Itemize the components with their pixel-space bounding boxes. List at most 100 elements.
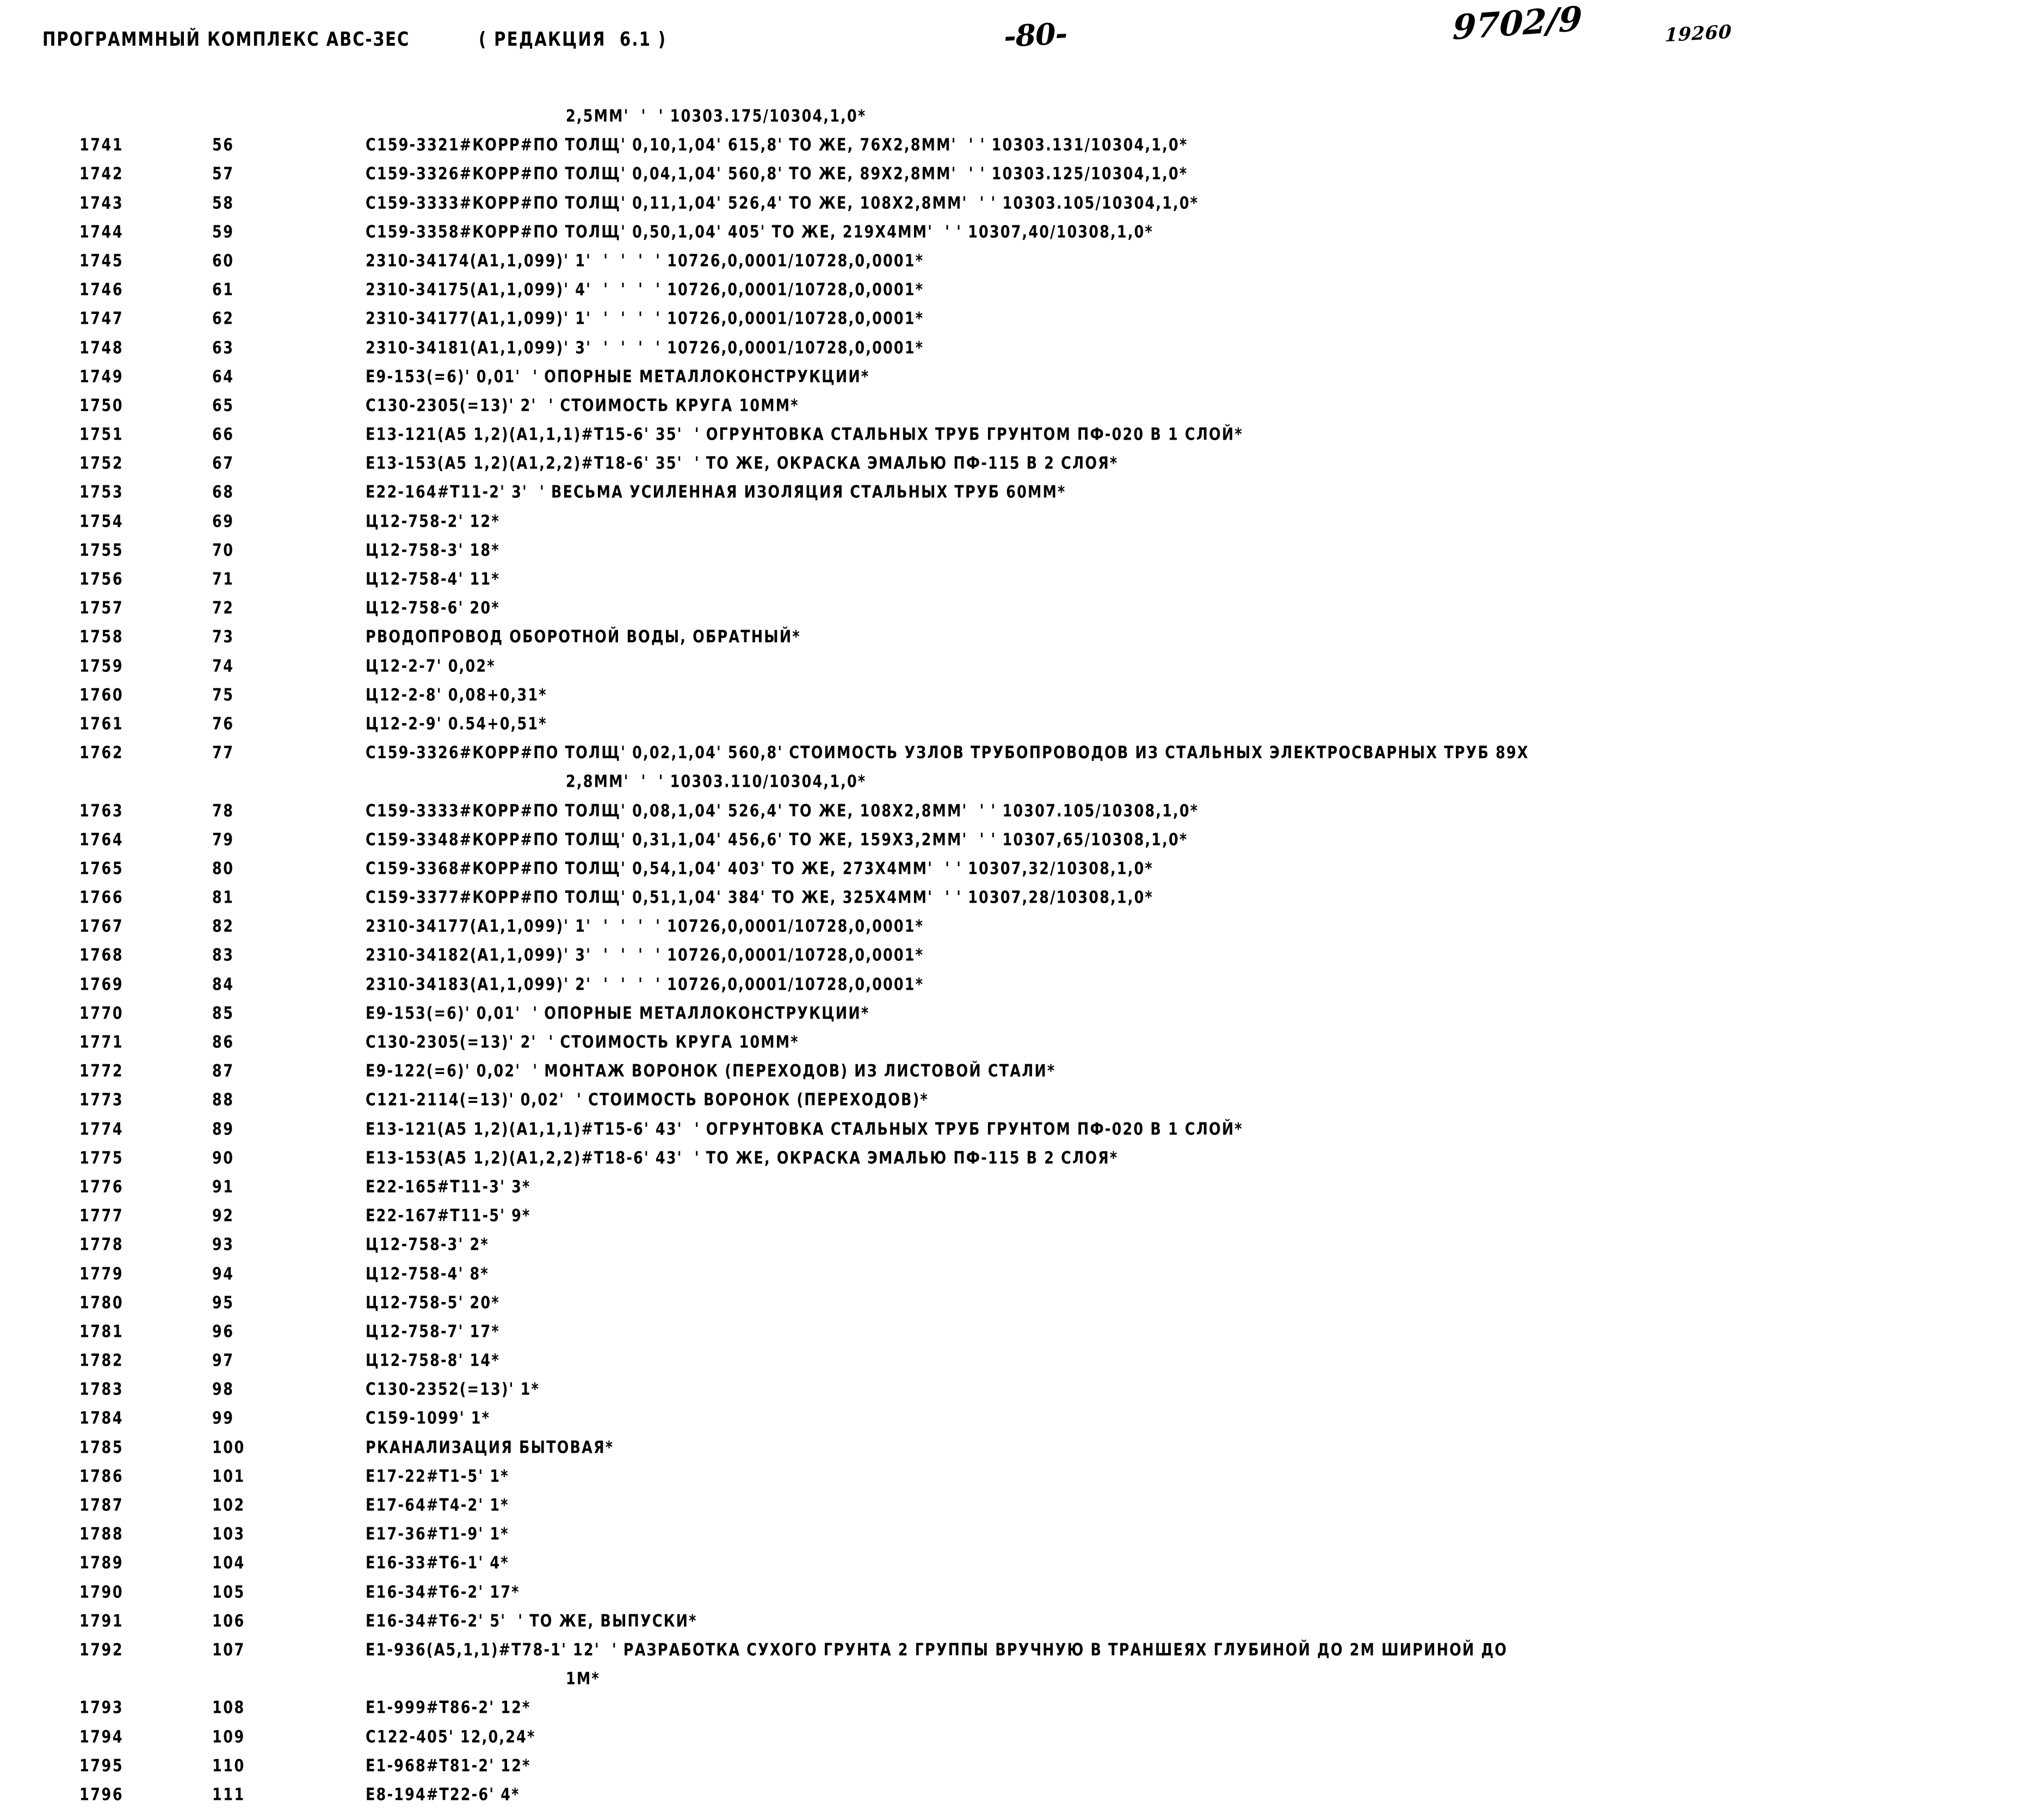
- listing-item-number: 92: [212, 1206, 234, 1226]
- listing-row: 1761 76 Ц12-2-9' 0.54+0,51*: [0, 714, 2044, 743]
- listing-item-number: 62: [212, 309, 234, 329]
- listing-item-number: 69: [212, 511, 234, 532]
- listing-sequence-number: 1777: [79, 1206, 124, 1226]
- listing-item-number: 97: [212, 1351, 234, 1371]
- listing-record-text: С159-3333#КОРР#ПО ТОЛЩ' 0,11,1,04' 526,4…: [366, 193, 1199, 213]
- listing-item-number: 58: [212, 193, 234, 213]
- listing-sequence-number: 1773: [79, 1090, 124, 1110]
- listing-record-text: Е9-153(=6)' 0,01' ' ОПОРНЫЕ МЕТАЛЛОКОНСТ…: [366, 1003, 870, 1023]
- listing-record-text: С122-405' 12,0,24*: [366, 1727, 536, 1747]
- listing-record-text: Е17-36#Т1-9' 1*: [366, 1525, 509, 1545]
- listing-sequence-number: 1762: [79, 743, 124, 763]
- listing-sequence-number: 1767: [79, 917, 124, 937]
- listing-record-text: Е13-153(А5 1,2)(А1,2,2)#Т18-6' 43' ' ТО …: [366, 1148, 1119, 1168]
- listing-record-text: Е16-34#Т6-2' 17*: [366, 1582, 520, 1602]
- listing-sequence-number: 1780: [79, 1293, 124, 1313]
- listing-item-number: 102: [212, 1496, 245, 1515]
- listing-row: 1762 77 С159-3326#КОРР#ПО ТОЛЩ' 0,02,1,04'…: [0, 743, 2044, 772]
- listing-record-text: С130-2305(=13)' 2' ' СТОИМОСТЬ КРУГА 10М…: [366, 396, 799, 416]
- listing-item-number: 84: [212, 974, 234, 995]
- listing-sequence-number: 1772: [79, 1062, 124, 1082]
- listing-record-text: С130-2352(=13)' 1*: [366, 1380, 540, 1400]
- listing-record-text: Е1-968#Т81-2' 12*: [366, 1756, 531, 1776]
- listing-sequence-number: 1763: [79, 801, 124, 821]
- listing-item-number: 81: [212, 888, 234, 908]
- program-revision: ( РЕДАКЦИЯ 6.1 ): [479, 28, 667, 51]
- listing-sequence-number: 1748: [79, 338, 124, 358]
- listing-record-text: Ц12-2-7' 0,02*: [366, 656, 496, 676]
- listing-record-text: С159-3321#КОРР#ПО ТОЛЩ' 0,10,1,04' 615,8…: [366, 135, 1188, 156]
- listing-row: 1780 95 Ц12-758-5' 20*: [0, 1293, 2044, 1322]
- listing-record-text: Е22-167#Т11-5' 9*: [366, 1206, 531, 1226]
- listing-sequence-number: 1779: [79, 1264, 124, 1284]
- listing-record-text: 2310-34175(А1,1,099)' 4' ' ' ' ' 10726,0…: [366, 280, 924, 300]
- listing-row: 1748 63 2310-34181(А1,1,099)' 3' ' ' ' ' 1…: [0, 338, 2044, 367]
- listing-sequence-number: 1751: [79, 425, 124, 445]
- listing-item-number: 72: [212, 599, 234, 619]
- listing-sequence-number: 1794: [79, 1727, 124, 1747]
- listing-record-text: С159-3377#КОРР#ПО ТОЛЩ' 0,51,1,04' 384' …: [366, 888, 1153, 908]
- listing-sequence-number: 1753: [79, 483, 124, 503]
- listing-record-text: Ц12-758-6' 20*: [366, 599, 500, 619]
- listing-row: 1789 104 Е16-33#Т6-1' 4*: [0, 1553, 2044, 1582]
- listing-sequence-number: 1792: [79, 1640, 124, 1660]
- listing-row: 1756 71 Ц12-758-4' 11*: [0, 570, 2044, 599]
- listing-record-text: 2,8ММ' ' ' 10303.110/10304,1,0*: [566, 772, 867, 792]
- listing-item-number: 78: [212, 801, 234, 821]
- listing-record-text: 2310-34182(А1,1,099)' 3' ' ' ' ' 10726,0…: [366, 946, 924, 966]
- listing-sequence-number: 1755: [79, 540, 124, 560]
- listing-record-text: 1М*: [566, 1669, 600, 1689]
- listing-row: 1792 107 Е1-936(А5,1,1)#Т78-1' 12' ' РАЗРА…: [0, 1640, 2044, 1669]
- listing-record-text: Е17-64#Т4-2' 1*: [366, 1496, 509, 1515]
- listing-sequence-number: 1750: [79, 396, 124, 416]
- listing-record-text: Е9-153(=6)' 0,01' ' ОПОРНЫЕ МЕТАЛЛОКОНСТ…: [366, 367, 870, 387]
- listing-row: 1М*: [0, 1669, 2044, 1698]
- listing-row: 1751 66 Е13-121(А5 1,2)(А1,1,1)#Т15-6' 35'…: [0, 425, 2044, 454]
- listing-row: 1771 86 С130-2305(=13)' 2' ' СТОИМОСТЬ КРУ…: [0, 1033, 2044, 1062]
- listing-item-number: 86: [212, 1033, 234, 1052]
- listing-item-number: 70: [212, 540, 234, 560]
- listing-row: 1768 83 2310-34182(А1,1,099)' 3' ' ' ' ' 1…: [0, 946, 2044, 974]
- listing-sequence-number: 1757: [79, 599, 124, 619]
- listing-item-number: 110: [212, 1756, 245, 1776]
- listing-record-text: Е16-33#Т6-1' 4*: [366, 1553, 509, 1574]
- listing-sequence-number: 1768: [79, 946, 124, 966]
- listing-sequence-number: 1796: [79, 1785, 124, 1805]
- listing-item-number: 83: [212, 946, 234, 966]
- listing-row: 1782 97 Ц12-758-8' 14*: [0, 1351, 2044, 1380]
- listing-row: 1788 103 Е17-36#Т1-9' 1*: [0, 1525, 2044, 1553]
- listing-item-number: 105: [212, 1582, 245, 1602]
- listing-record-text: Е22-164#Т11-2' 3' ' ВЕСЬМА УСИЛЕННАЯ ИЗО…: [366, 483, 1066, 503]
- listing-record-text: Ц12-758-5' 20*: [366, 1293, 500, 1313]
- listing-record-text: С159-3358#КОРР#ПО ТОЛЩ' 0,50,1,04' 405' …: [366, 222, 1153, 242]
- listing-row: 1759 74 Ц12-2-7' 0,02*: [0, 657, 2044, 686]
- listing-record-text: Е22-165#Т11-3' 3*: [366, 1177, 531, 1197]
- listing-record-text: Е1-936(А5,1,1)#Т78-1' 12' ' РАЗРАБОТКА С…: [366, 1640, 1508, 1660]
- listing-row: 2,5ММ' ' ' 10303.175/10304,1,0*: [0, 107, 2044, 135]
- listing-row: 1766 81 С159-3377#КОРР#ПО ТОЛЩ' 0,51,1,04'…: [0, 888, 2044, 917]
- listing-item-number: 93: [212, 1235, 234, 1255]
- listing-sequence-number: 1795: [79, 1756, 124, 1776]
- listing-row: 1778 93 Ц12-758-3' 2*: [0, 1235, 2044, 1264]
- listing-row: 1764 79 С159-3348#КОРР#ПО ТОЛЩ' 0,31,1,04'…: [0, 830, 2044, 859]
- listing-record-text: С159-3326#КОРР#ПО ТОЛЩ' 0,04,1,04' 560,8…: [366, 164, 1188, 184]
- listing-row: 1776 91 Е22-165#Т11-3' 3*: [0, 1177, 2044, 1206]
- listing-item-number: 99: [212, 1409, 234, 1429]
- listing-item-number: 61: [212, 280, 234, 300]
- listing-sequence-number: 1752: [79, 454, 124, 474]
- listing-sequence-number: 1778: [79, 1235, 124, 1255]
- listing-sequence-number: 1781: [79, 1322, 124, 1342]
- listing-item-number: 64: [212, 367, 234, 387]
- listing-sequence-number: 1783: [79, 1380, 124, 1400]
- listing-row: 1783 98 С130-2352(=13)' 1*: [0, 1380, 2044, 1409]
- listing-record-text: Е13-121(А5 1,2)(А1,1,1)#Т15-6' 35' ' ОГР…: [366, 425, 1243, 445]
- listing-row: 1741 56 С159-3321#КОРР#ПО ТОЛЩ' 0,10,1,04'…: [0, 135, 2044, 164]
- listing-sequence-number: 1744: [79, 222, 124, 242]
- listing-row: 1790 105 Е16-34#Т6-2' 17*: [0, 1583, 2044, 1612]
- listing-row: 1784 99 С159-1099' 1*: [0, 1409, 2044, 1437]
- listing-record-text: Ц12-2-9' 0.54+0,51*: [366, 714, 547, 734]
- listing-record-text: РВОДОПРОВОД ОБОРОТНОЙ ВОДЫ, ОБРАТНЫЙ*: [366, 627, 801, 647]
- printout-page: ПРОГРАММНЫЙ КОМПЛЕКС АВС-ЗЕС ( РЕДАКЦИЯ …: [0, 0, 2044, 1805]
- listing-item-number: 68: [212, 483, 234, 503]
- listing-item-number: 65: [212, 396, 234, 416]
